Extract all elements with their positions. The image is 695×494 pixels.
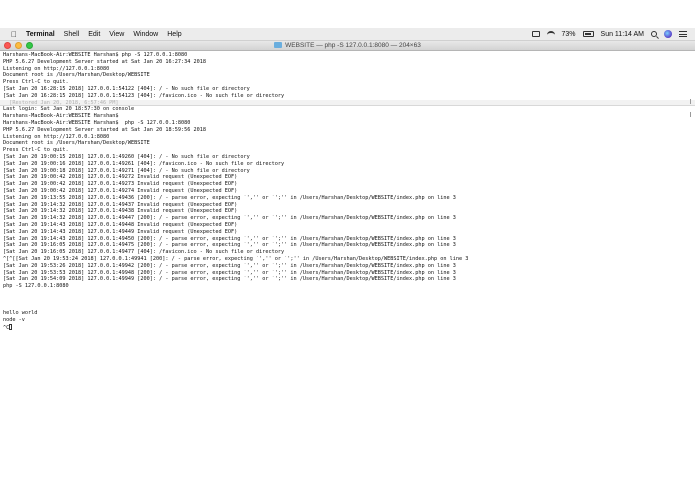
terminal-line: [Sat Jan 20 19:00:42 2018] 127.0.0.1:492… bbox=[3, 187, 238, 194]
menu-shell[interactable]: Shell bbox=[64, 31, 80, 38]
terminal-line: [Sat Jan 20 19:00:15 2018] 127.0.0.1:492… bbox=[3, 153, 250, 160]
terminal-line: Press Ctrl-C to quit. bbox=[3, 147, 69, 154]
window-title: WEBSITE — php -S 127.0.0.1:8080 — 204×63 bbox=[0, 41, 695, 51]
terminal-line: PHP 5.6.27 Development Server started at… bbox=[3, 58, 207, 65]
terminal-line: [Restored Jan 20, 2018, 6:57:46 PM] bbox=[0, 99, 695, 107]
terminal-line: [Sat Jan 20 19:14:43 2018] 127.0.0.1:494… bbox=[3, 221, 238, 228]
mark-line bbox=[690, 99, 693, 104]
battery-percent[interactable]: 73% bbox=[562, 31, 576, 38]
wifi-icon[interactable] bbox=[546, 31, 555, 37]
window-title-text: WEBSITE — php -S 127.0.0.1:8080 — 204×63 bbox=[285, 42, 421, 49]
apple-icon[interactable]:  bbox=[9, 30, 19, 39]
terminal-line: [Sat Jan 20 19:14:32 2018] 127.0.0.1:494… bbox=[3, 201, 238, 208]
terminal-line: [Sat Jan 20 16:28:15 2018] 127.0.0.1:541… bbox=[3, 92, 285, 99]
battery-icon[interactable] bbox=[582, 31, 594, 37]
spotlight-search-icon[interactable] bbox=[651, 31, 657, 37]
terminal-line: [Sat Jan 20 19:14:43 2018] 127.0.0.1:494… bbox=[3, 235, 456, 242]
terminal-line: Harshans-MacBook-Air:WEBSITE Harshan$ bbox=[3, 113, 119, 120]
mark-line bbox=[690, 112, 693, 117]
menu-edit[interactable]: Edit bbox=[88, 31, 100, 38]
terminal-line: [Sat Jan 20 19:53:53 2018] 127.0.0.1:499… bbox=[3, 269, 456, 276]
text-cursor bbox=[9, 323, 13, 330]
terminal-line: Listening on http://127.0.0.1:8080 bbox=[3, 133, 110, 140]
terminal-line: [Sat Jan 20 19:16:05 2018] 127.0.0.1:494… bbox=[3, 249, 285, 256]
terminal-line: PHP 5.6.27 Development Server started at… bbox=[3, 126, 207, 133]
terminal-line: Press Ctrl-C to quit. bbox=[3, 79, 69, 86]
terminal-line: [Sat Jan 20 19:00:42 2018] 127.0.0.1:492… bbox=[3, 181, 238, 188]
folder-icon bbox=[274, 42, 283, 48]
terminal-line: [Sat Jan 20 16:28:15 2018] 127.0.0.1:541… bbox=[3, 85, 250, 92]
terminal-line: [Sat Jan 20 19:16:05 2018] 127.0.0.1:494… bbox=[3, 242, 456, 249]
terminal-line: php -S 127.0.0.1:8080 bbox=[3, 283, 69, 290]
notification-center-icon[interactable] bbox=[679, 31, 687, 37]
menu-bar:  Terminal Shell Edit View Window Help 7… bbox=[0, 28, 695, 41]
terminal-line: Document root is /Users/Harshan/Desktop/… bbox=[3, 72, 150, 79]
terminal-line: [Sat Jan 20 19:14:32 2018] 127.0.0.1:494… bbox=[3, 215, 456, 222]
menu-help[interactable]: Help bbox=[167, 31, 181, 38]
menu-window[interactable]: Window bbox=[133, 31, 158, 38]
terminal-line: Document root is /Users/Harshan/Desktop/… bbox=[3, 140, 150, 147]
terminal-line: ^C bbox=[3, 323, 695, 331]
terminal-line: [Sat Jan 20 19:00:16 2018] 127.0.0.1:492… bbox=[3, 160, 285, 167]
terminal-line: [Sat Jan 20 19:14:43 2018] 127.0.0.1:494… bbox=[3, 228, 238, 235]
terminal-output[interactable]: Harshans-MacBook-Air:WEBSITE Harshan$ ph… bbox=[0, 52, 695, 494]
terminal-line: [Sat Jan 20 19:00:42 2018] 127.0.0.1:492… bbox=[3, 174, 238, 181]
status-area: 73% Sun 11:14 AM bbox=[531, 30, 695, 38]
terminal-line: ^[^[[Sat Jan 20 19:53:24 2018] 127.0.0.1… bbox=[3, 255, 469, 262]
terminal-line: Harshans-MacBook-Air:WEBSITE Harshan$ ph… bbox=[3, 52, 188, 58]
terminal-line: [Sat Jan 20 19:53:26 2018] 127.0.0.1:499… bbox=[3, 262, 456, 269]
window-titlebar[interactable]: WEBSITE — php -S 127.0.0.1:8080 — 204×63 bbox=[0, 41, 695, 51]
terminal-line: [Sat Jan 20 19:54:09 2018] 127.0.0.1:499… bbox=[3, 276, 456, 283]
airplay-icon[interactable] bbox=[531, 31, 540, 37]
scroll-marks bbox=[689, 52, 693, 132]
terminal-line: hello world bbox=[3, 310, 38, 317]
menu-app-terminal[interactable]: Terminal bbox=[26, 31, 55, 38]
terminal-line: [Sat Jan 20 19:00:18 2018] 127.0.0.1:492… bbox=[3, 167, 250, 174]
siri-icon[interactable] bbox=[664, 30, 672, 38]
terminal-line: Harshans-MacBook-Air:WEBSITE Harshan$ ph… bbox=[3, 119, 191, 126]
clock[interactable]: Sun 11:14 AM bbox=[601, 31, 644, 38]
terminal-line: node -v bbox=[3, 317, 25, 324]
terminal-line: [Sat Jan 20 19:14:32 2018] 127.0.0.1:494… bbox=[3, 208, 238, 215]
terminal-line: Last login: Sat Jan 20 18:57:30 on conso… bbox=[3, 106, 135, 113]
menu-view[interactable]: View bbox=[109, 31, 124, 38]
terminal-line: Listening on http://127.0.0.1:8080 bbox=[3, 65, 110, 72]
terminal-line: [Sat Jan 20 19:13:55 2018] 127.0.0.1:494… bbox=[3, 194, 456, 201]
